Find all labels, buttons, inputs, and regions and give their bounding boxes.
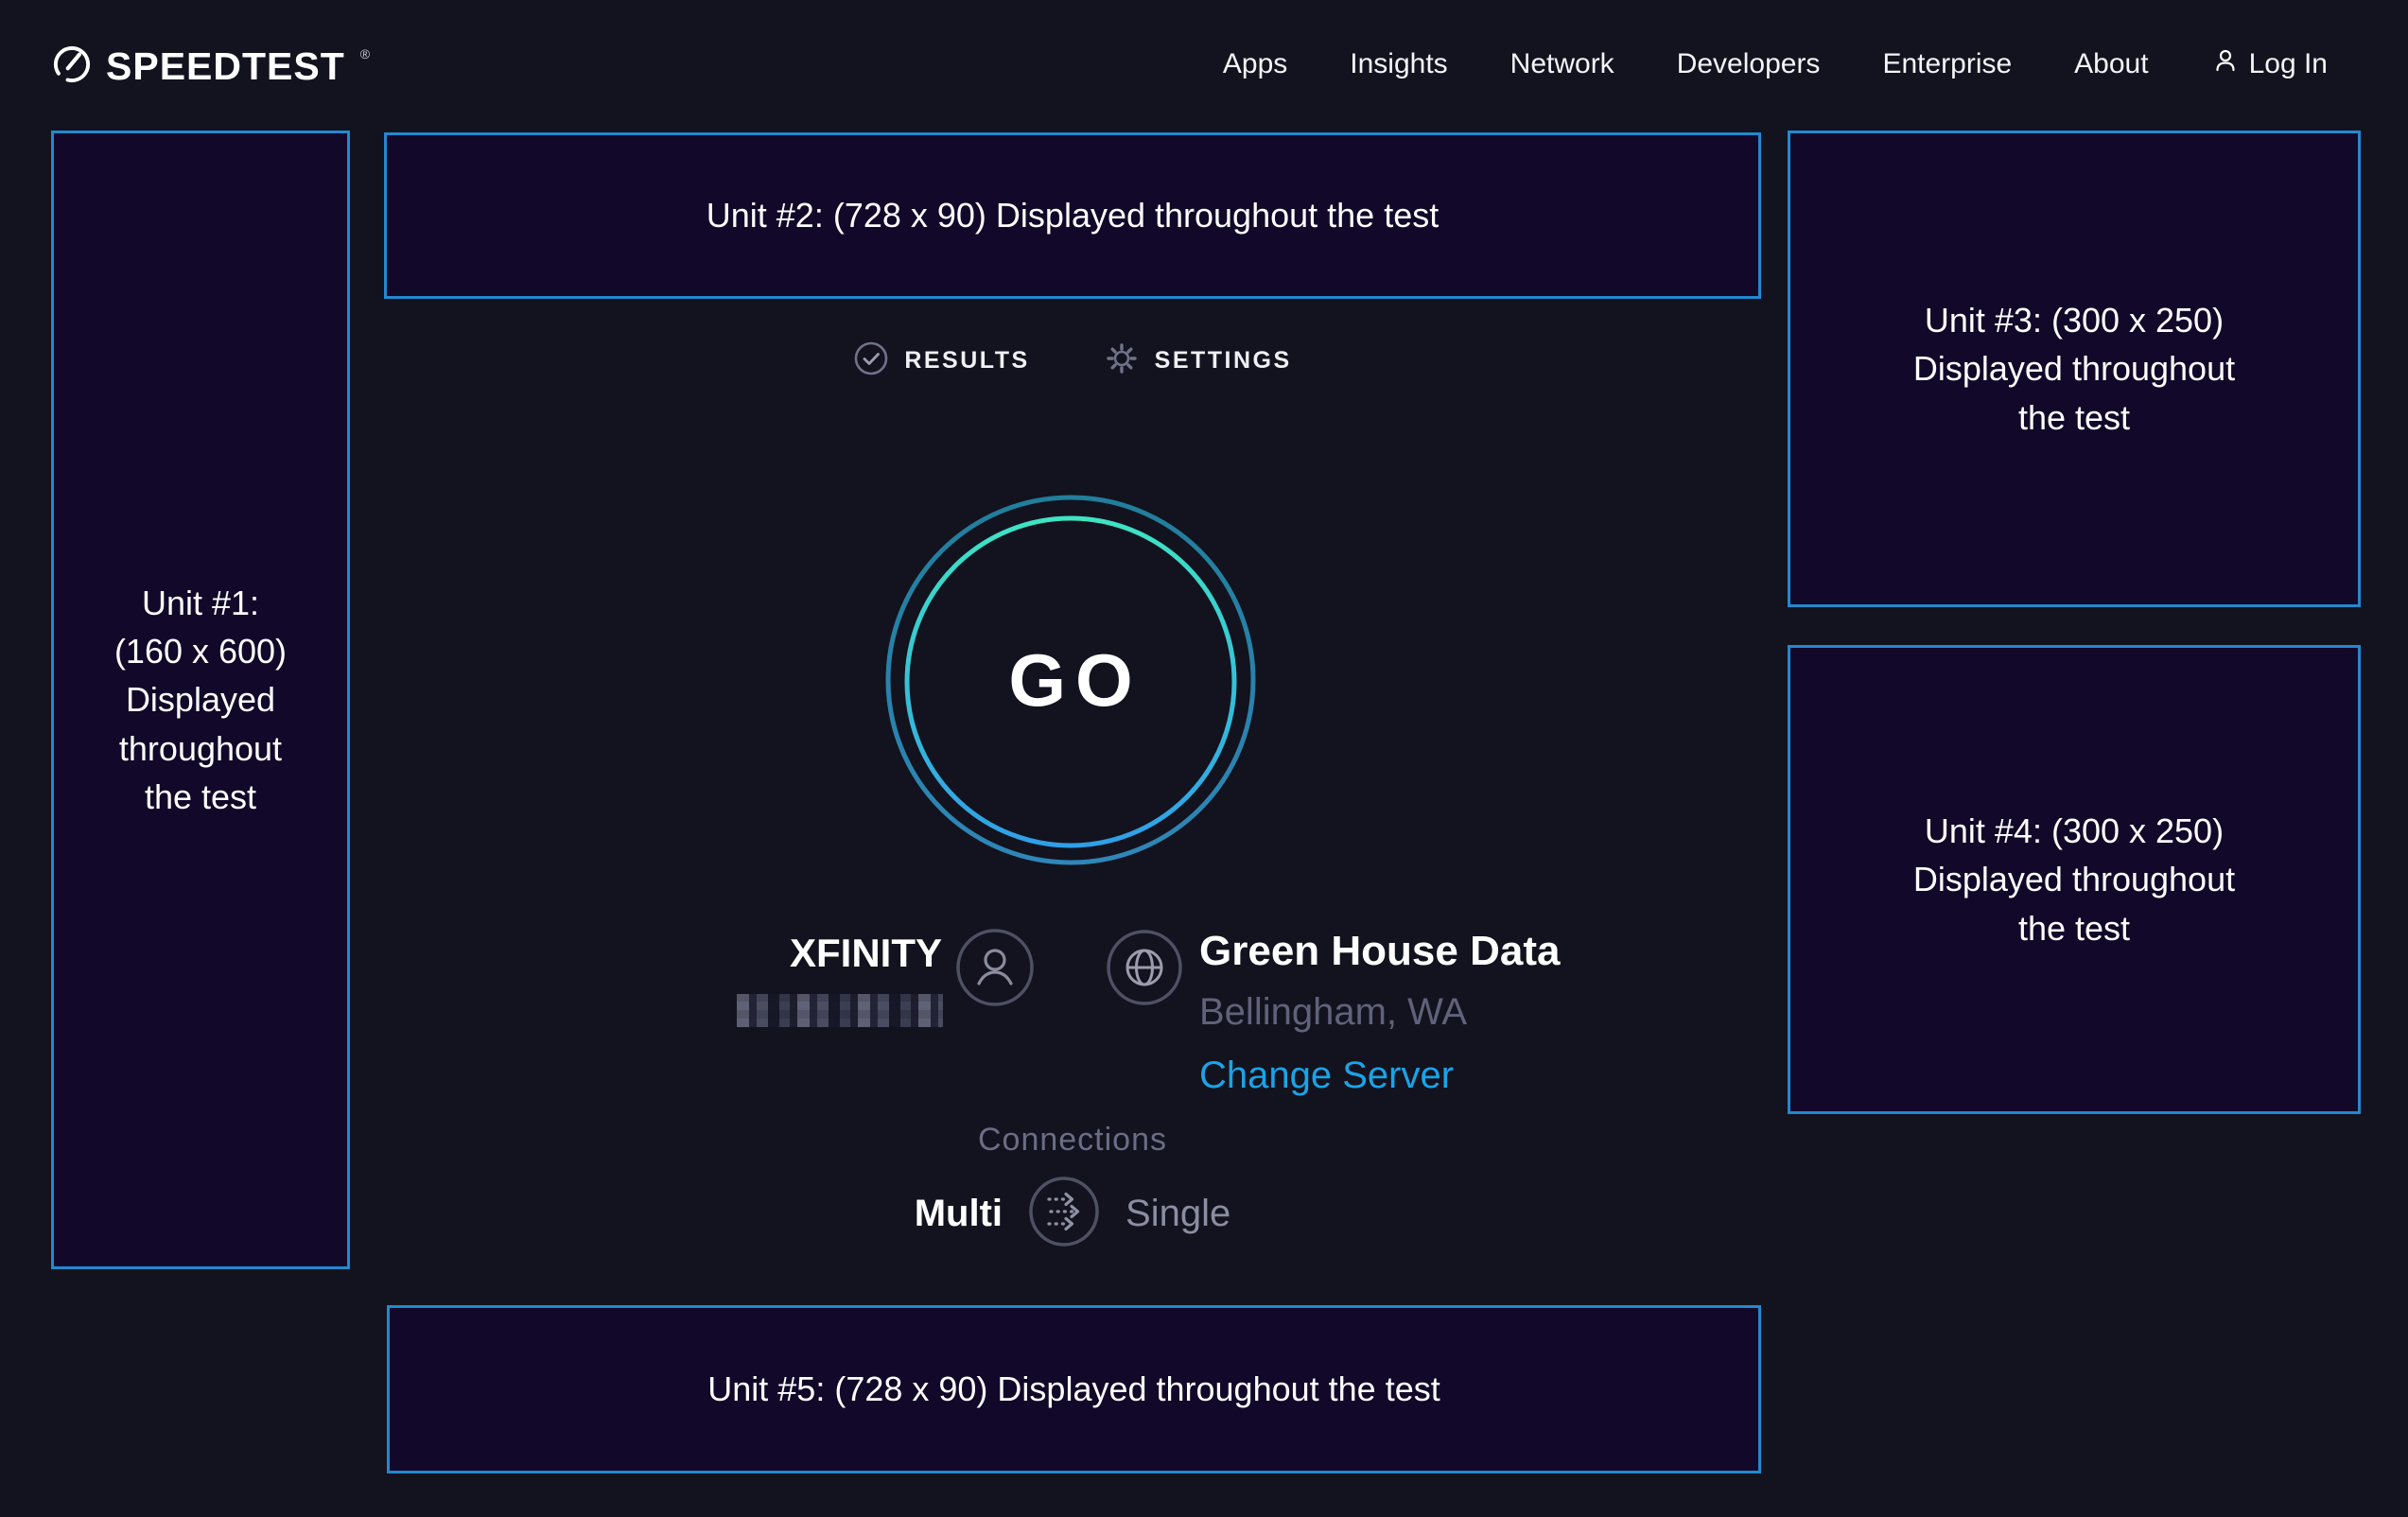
ad-unit-1[interactable]: Unit #1: (160 x 600) Displayed throughou… [51, 131, 350, 1269]
gear-icon [1104, 340, 1140, 381]
check-circle-icon [853, 340, 889, 381]
speedometer-icon [51, 44, 93, 90]
nav-item-developers[interactable]: Developers [1677, 48, 1821, 80]
ip-address-redacted [737, 994, 943, 1027]
nav-item-enterprise[interactable]: Enterprise [1882, 48, 2012, 80]
server-name: Green House Data [1199, 929, 1560, 974]
connections-multi-option[interactable]: Multi [915, 1193, 1003, 1235]
connections-toggle-row: Multi Single [384, 1175, 1761, 1253]
isp-user-icon[interactable] [955, 928, 1035, 1012]
tab-settings[interactable]: SETTINGS [1104, 340, 1292, 381]
tab-results-label: RESULTS [904, 347, 1029, 375]
nav-item-network[interactable]: Network [1510, 48, 1614, 80]
server-globe-icon[interactable] [1106, 929, 1183, 1011]
connections-single-option[interactable]: Single [1125, 1193, 1230, 1235]
user-icon [2211, 46, 2240, 82]
view-tabs: RESULTS SETTINGS [384, 340, 1761, 381]
main-nav: Apps Insights Network Developers Enterpr… [1223, 0, 2328, 129]
ad-unit-4[interactable]: Unit #4: (300 x 250) Displayed throughou… [1788, 645, 2361, 1114]
speedtest-logo[interactable]: SPEEDTEST ® [51, 44, 368, 90]
nav-item-insights[interactable]: Insights [1350, 48, 1447, 80]
login-button[interactable]: Log In [2211, 46, 2328, 82]
brand-name: SPEEDTEST [106, 44, 345, 89]
multi-connection-toggle-icon[interactable] [1027, 1175, 1101, 1253]
ad-unit-2[interactable]: Unit #2: (728 x 90) Displayed throughout… [384, 132, 1761, 299]
ad-unit-5[interactable]: Unit #5: (728 x 90) Displayed throughout… [387, 1305, 1761, 1473]
tab-settings-label: SETTINGS [1155, 347, 1292, 375]
trademark-mark: ® [360, 46, 370, 61]
connections-label: Connections [384, 1122, 1761, 1159]
server-location: Bellingham, WA [1199, 991, 1560, 1034]
isp-name: XFINITY [677, 931, 942, 976]
server-info: Green House Data Bellingham, WA Change S… [1199, 929, 1560, 1097]
change-server-link[interactable]: Change Server [1199, 1055, 1560, 1097]
ad-unit-3[interactable]: Unit #3: (300 x 250) Displayed throughou… [1788, 131, 2361, 607]
go-button[interactable]: GO [882, 492, 1259, 868]
tab-results[interactable]: RESULTS [853, 340, 1029, 381]
nav-item-apps[interactable]: Apps [1223, 48, 1287, 80]
header: SPEEDTEST ® Apps Insights Network Develo… [0, 0, 2408, 106]
nav-item-about[interactable]: About [2074, 48, 2148, 80]
go-button-label: GO [882, 492, 1259, 868]
login-label: Log In [2249, 48, 2328, 80]
